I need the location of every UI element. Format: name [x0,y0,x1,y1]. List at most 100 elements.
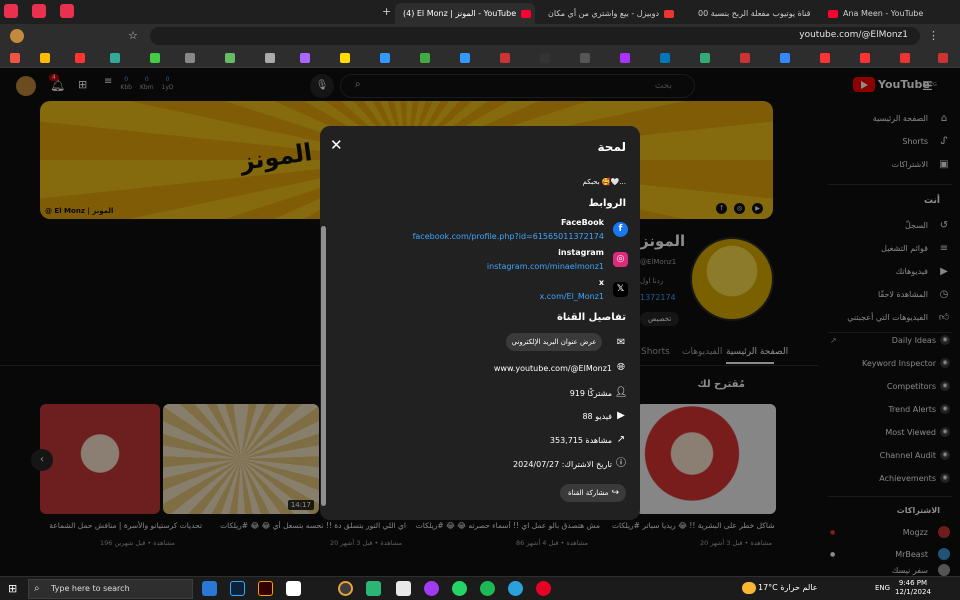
task-view-icon[interactable] [202,581,217,596]
mail-icon: ✉ [616,337,626,348]
extension-icon[interactable] [820,53,830,63]
windows-start-icon[interactable]: ⊞ [8,582,17,595]
close-icon[interactable]: ✕ [330,138,343,153]
tab-label: (4) El Monz | المونز - YouTube [403,9,517,18]
extension-icon[interactable] [660,53,670,63]
taskbar: ⊞ ⌕ Type here to search 17°C عالم حرارة … [0,576,960,600]
facebook-icon: f [613,222,628,237]
channel-url-row[interactable]: www.youtube.com/@ElMonz1 [494,360,626,376]
dialog-scrollbar[interactable] [321,226,326,506]
url-text: youtube.com/@ElMonz1 [799,30,908,40]
extension-icon[interactable] [420,53,430,63]
extension-icon[interactable] [580,53,590,63]
extension-icon[interactable] [540,53,550,63]
tab-channel-for-sale[interactable]: قناة يوتيوب مفعلة الربح بنسبة 00 [690,3,810,24]
extension-icon[interactable] [110,53,120,63]
new-tab-button[interactable]: + [382,5,391,18]
extension-icon[interactable] [780,53,790,63]
window-button[interactable] [4,4,18,18]
tab-favicon-icon [664,9,675,18]
link-name-instagram: instagram [558,248,604,257]
weather-widget[interactable]: 17°C عالم حرارة [758,583,817,592]
pinterest-icon[interactable] [536,581,551,596]
tab-label: دوبيزل - بيع واشتري من أي مكان [548,9,660,18]
profile-icon[interactable] [10,29,24,43]
extension-icon[interactable] [340,53,350,63]
link-instagram[interactable]: instagram.com/minaelmonz1 [487,262,604,271]
extensions-bar [0,48,960,68]
trending-icon: ↗ [616,434,626,445]
views-count: 353,715 مشاهدة [549,435,612,445]
tab-dubizzle[interactable]: دوبيزل - بيع واشتري من أي مكان [540,3,680,24]
extension-icon[interactable] [225,53,235,63]
dialog-title: لمحة [597,140,626,154]
browser-tab-bar: + دوبيزل - بيع واشتري من أي مكان قناة يو… [0,0,960,24]
extension-icon[interactable] [460,53,470,63]
window-button[interactable] [32,4,46,18]
taskbar-search[interactable]: ⌕ Type here to search [28,579,193,599]
telegram-icon[interactable] [508,581,523,596]
tab-label: Ana Meen - YouTube [843,9,924,18]
illustrator-icon[interactable] [258,581,273,596]
extension-icon[interactable] [860,53,870,63]
channel-url: www.youtube.com/@ElMonz1 [493,363,612,373]
link-x[interactable]: x.com/El_Monz1 [540,292,605,301]
extension-icon[interactable] [900,53,910,63]
clock-time: 9:46 PM [898,579,928,587]
tab-ana-meen[interactable]: Ana Meen - YouTube [815,3,945,24]
share-label: مشاركة القناة [568,489,609,497]
extension-icon[interactable] [938,53,948,63]
spotify-icon[interactable] [480,581,495,596]
share-channel-button[interactable]: مشاركة القناة ↪ [560,484,626,502]
link-name-x: x [598,278,604,287]
extension-icon[interactable] [300,53,310,63]
extension-icon[interactable] [265,53,275,63]
language-indicator[interactable]: ENG [875,584,890,592]
youtube-favicon-icon [521,9,532,18]
instagram-icon: ◎ [613,252,628,267]
share-icon: ↪ [611,488,619,498]
file-explorer-icon[interactable] [396,581,411,596]
messenger-icon[interactable] [424,581,439,596]
extension-icon[interactable] [75,53,85,63]
joined-row: تاريخ الاشتراك: 2024/07/27 [513,456,626,472]
address-bar-row: ☆ youtube.com/@ElMonz1 ⋮ [0,24,960,48]
url-omnibox[interactable]: youtube.com/@ElMonz1 [150,27,920,45]
person-icon: 👤︎ [614,387,628,398]
about-dialog: لمحة ✕ بحبكم 🥰🤍... الروابط FaceBook face… [320,126,640,520]
extension-icon[interactable] [500,53,510,63]
search-icon: ⌕ [34,583,40,594]
extension-icon[interactable] [740,53,750,63]
youtube-favicon-icon [828,9,838,18]
info-icon: ⓘ [616,458,626,469]
star-icon[interactable]: ☆ [128,29,138,42]
window-button[interactable] [60,4,74,18]
links-heading: الروابط [588,198,626,209]
clock-date: 12/1/2024 [895,588,931,596]
video-icon: ▶ [617,410,625,421]
tab-label: قناة يوتيوب مفعلة الربح بنسبة 00 [698,9,810,18]
joined-date: تاريخ الاشتراك: 2024/07/27 [513,459,612,469]
extension-icon[interactable] [10,53,20,63]
link-facebook[interactable]: facebook.com/profile.php?id=615650113721… [413,232,604,241]
view-email-button[interactable]: عرض عنوان البريد الإلكتروني [506,333,602,351]
extension-icon[interactable] [620,53,630,63]
tab-elmonz[interactable]: (4) El Monz | المونز - YouTube [395,3,535,24]
link-name-facebook: FaceBook [561,218,604,227]
menu-icon[interactable]: ⋮ [928,29,939,42]
extension-icon[interactable] [40,53,50,63]
chrome-icon[interactable] [338,581,353,596]
photoshop-icon[interactable] [230,581,245,596]
taskbar-search-placeholder: Type here to search [51,584,130,593]
extension-icon[interactable] [150,53,160,63]
x-icon: 𝕏 [613,282,628,297]
details-heading: تفاصيل القناة [557,312,626,323]
weather-icon [742,582,756,594]
whatsapp-icon[interactable] [452,581,467,596]
capcut-icon[interactable] [286,581,301,596]
extension-icon[interactable] [185,53,195,63]
extension-icon[interactable] [380,53,390,63]
edge-icon[interactable] [366,581,381,596]
clock[interactable]: 9:46 PM 12/1/2024 [895,579,931,597]
extension-icon[interactable] [700,53,710,63]
